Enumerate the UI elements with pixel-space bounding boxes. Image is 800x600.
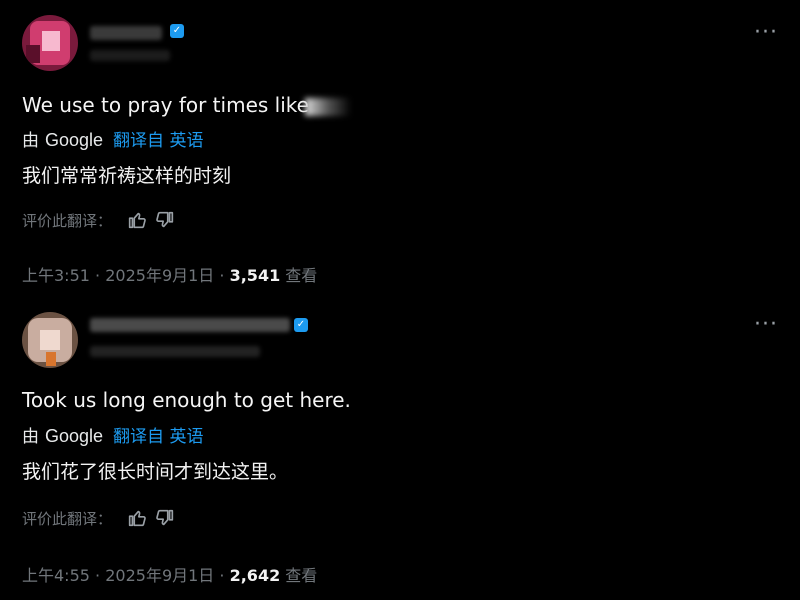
- post-meta: 上午4:55 · 2025年9月1日 · 2,642 查看: [22, 562, 317, 586]
- translated-from-link[interactable]: 翻译自 英语: [113, 427, 203, 447]
- translation-source: 由 Google 翻译自 英语: [22, 422, 203, 447]
- separator: ·: [219, 266, 225, 285]
- post-date[interactable]: 2025年9月1日: [105, 566, 214, 585]
- translated-from-link[interactable]: 翻译自 英语: [113, 131, 203, 151]
- rate-translation-label: 评价此翻译：: [22, 211, 113, 230]
- handle-blurred[interactable]: [90, 346, 260, 357]
- views-count[interactable]: 2,642: [230, 566, 281, 585]
- post-1: ✓ ··· We use to pray for times like 由 Goo…: [0, 0, 800, 300]
- thumbs-up-icon[interactable]: [126, 209, 148, 231]
- separator: ·: [95, 566, 101, 585]
- translated-text: 我们常常祈祷这样的时刻: [22, 165, 232, 187]
- post-text-content: We use to pray for times like: [22, 93, 309, 117]
- display-name-blurred[interactable]: [90, 26, 162, 40]
- thumbs-down-icon[interactable]: [154, 507, 176, 529]
- post-time[interactable]: 上午3:51: [22, 266, 90, 285]
- avatar[interactable]: [22, 15, 78, 71]
- display-name-blurred[interactable]: [90, 318, 290, 332]
- redacted-text: [304, 97, 351, 116]
- rate-translation: 评价此翻译：: [22, 507, 176, 529]
- post-date[interactable]: 2025年9月1日: [105, 266, 214, 285]
- verified-badge-icon: ✓: [294, 318, 308, 332]
- more-icon[interactable]: ···: [754, 22, 778, 44]
- google-label: Google: [45, 426, 104, 446]
- verified-badge-icon: ✓: [170, 24, 184, 38]
- rate-translation: 评价此翻译：: [22, 209, 176, 231]
- google-label: Google: [45, 130, 104, 150]
- translation-source: 由 Google 翻译自 英语: [22, 126, 203, 151]
- translated-by-label: 由: [22, 131, 39, 151]
- separator: ·: [219, 566, 225, 585]
- post-meta: 上午3:51 · 2025年9月1日 · 3,541 查看: [22, 262, 317, 286]
- views-label[interactable]: 查看: [285, 266, 317, 285]
- post-text: Took us long enough to get here.: [22, 388, 351, 412]
- thumbs-down-icon[interactable]: [154, 209, 176, 231]
- translated-text: 我们花了很长时间才到达这里。: [22, 461, 289, 483]
- rate-translation-label: 评价此翻译：: [22, 509, 113, 528]
- views-label[interactable]: 查看: [285, 566, 317, 585]
- post-text: We use to pray for times like: [22, 93, 351, 117]
- more-icon[interactable]: ···: [754, 314, 778, 336]
- post-time[interactable]: 上午4:55: [22, 566, 90, 585]
- post-2: ✓ ··· Took us long enough to get here. 由…: [0, 300, 800, 600]
- thumbs-up-icon[interactable]: [126, 507, 148, 529]
- translated-by-label: 由: [22, 427, 39, 447]
- separator: ·: [95, 266, 101, 285]
- views-count[interactable]: 3,541: [230, 266, 281, 285]
- avatar[interactable]: [22, 312, 78, 368]
- handle-blurred[interactable]: [90, 50, 170, 61]
